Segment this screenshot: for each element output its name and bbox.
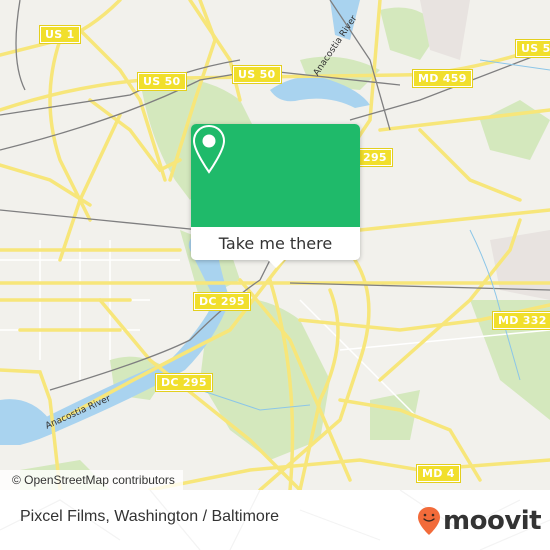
place-title: Pixcel Films, Washington / Baltimore bbox=[20, 508, 280, 525]
map-attribution[interactable]: © OpenStreetMap contributors bbox=[0, 470, 183, 490]
route-shield-us-50-west: US 50 bbox=[137, 72, 187, 91]
location-popup: Take me there bbox=[191, 124, 360, 268]
route-shield-dc-295-north: 295 bbox=[357, 148, 393, 167]
brand-name: moovit bbox=[443, 506, 542, 536]
route-shield-us-1: US 1 bbox=[39, 25, 81, 44]
map-pin-icon bbox=[192, 124, 226, 174]
route-shield-dc-295-center: DC 295 bbox=[193, 292, 251, 311]
route-shield-dc-295-south: DC 295 bbox=[155, 373, 213, 392]
route-shield-md-4: MD 4 bbox=[416, 464, 461, 483]
map[interactable]: US 1 US 50 US 50 US 50 MD 459 295 DC 295… bbox=[0, 0, 550, 490]
popup-pointer bbox=[267, 259, 285, 268]
route-shield-md-459: MD 459 bbox=[412, 69, 473, 88]
route-shield-md-332: MD 332 bbox=[492, 311, 550, 330]
take-me-there-button[interactable]: Take me there bbox=[191, 227, 360, 260]
route-shield-us-50-east: US 50 bbox=[232, 65, 282, 84]
popup-header bbox=[191, 124, 360, 227]
moovit-logo[interactable]: moovit bbox=[417, 506, 542, 536]
route-shield-us-50-far-east: US 50 bbox=[515, 39, 550, 58]
moovit-pin-icon bbox=[418, 507, 440, 535]
